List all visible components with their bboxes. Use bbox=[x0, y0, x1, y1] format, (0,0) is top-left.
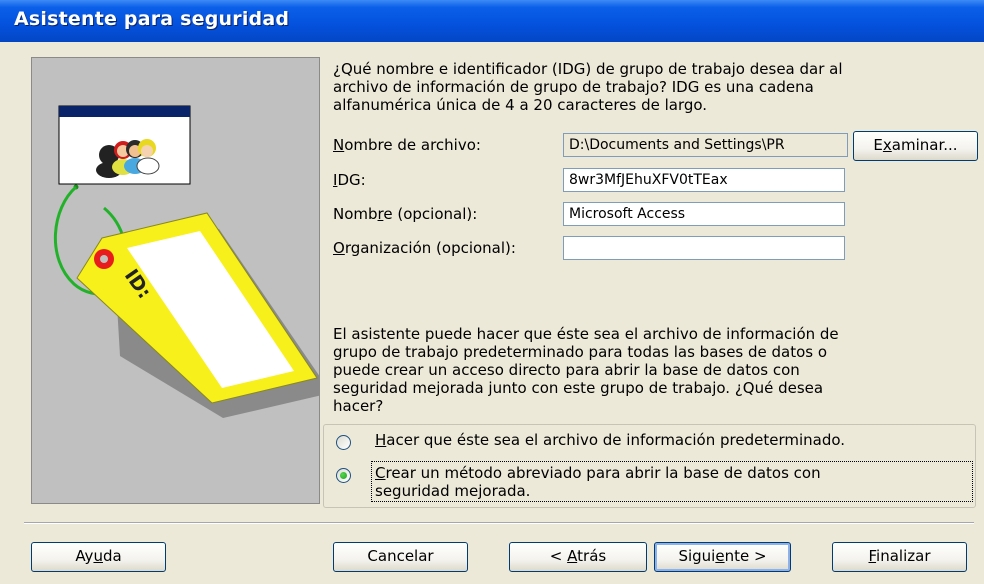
option-shortcut-label[interactable]: Crear un método abreviado para abrir la … bbox=[375, 464, 821, 482]
description-line-2: grupo de trabajo predeterminado para tod… bbox=[333, 343, 828, 361]
next-button[interactable]: Siguiente > bbox=[654, 542, 791, 572]
wizard-illustration: ID: bbox=[31, 57, 320, 504]
name-input[interactable]: Microsoft Access bbox=[563, 202, 845, 226]
option-default-radio[interactable] bbox=[336, 435, 351, 450]
help-button[interactable]: Ayuda bbox=[31, 542, 166, 572]
footer-separator-highlight bbox=[24, 523, 974, 524]
window-title: Asistente para seguridad bbox=[14, 8, 290, 30]
description-line-3: puede crear un acceso directo para abrir… bbox=[333, 361, 800, 379]
organization-label: Organización (opcional): bbox=[333, 239, 516, 257]
radio-selected-dot bbox=[340, 472, 347, 479]
intro-line-2: archivo de información de grupo de traba… bbox=[333, 78, 814, 96]
option-shortcut-label-line-2[interactable]: seguridad mejorada. bbox=[375, 482, 530, 500]
finish-button[interactable]: Finalizar bbox=[832, 542, 967, 572]
idg-label: IDG: bbox=[333, 171, 366, 189]
option-default-label[interactable]: Hacer que éste sea el archivo de informa… bbox=[375, 431, 845, 449]
name-label: Nombre (opcional): bbox=[333, 205, 478, 223]
filename-field[interactable]: D:\Documents and Settings\PR bbox=[563, 133, 848, 157]
organization-input[interactable] bbox=[563, 236, 845, 260]
description-line-1: El asistente puede hacer que éste sea el… bbox=[333, 325, 839, 343]
title-bar: Asistente para seguridad bbox=[0, 0, 984, 42]
filename-label: Nombre de archivo: bbox=[333, 136, 481, 154]
description-line-5: hacer? bbox=[333, 397, 384, 415]
id-tag-icon: ID: bbox=[53, 105, 319, 418]
idg-input[interactable]: 8wr3MfJEhuXFV0tTEax bbox=[563, 168, 845, 192]
intro-line-1: ¿Qué nombre e identificador (IDG) de gru… bbox=[333, 60, 843, 78]
description-line-4: seguridad mejorada junto con este grupo … bbox=[333, 379, 824, 397]
intro-line-3: alfanumérica única de 4 a 20 caracteres … bbox=[333, 96, 708, 114]
cancel-button[interactable]: Cancelar bbox=[333, 542, 468, 572]
back-button[interactable]: < Atrás bbox=[509, 542, 647, 572]
option-shortcut-radio[interactable] bbox=[336, 468, 351, 483]
browse-button[interactable]: Examinar... bbox=[853, 131, 978, 161]
